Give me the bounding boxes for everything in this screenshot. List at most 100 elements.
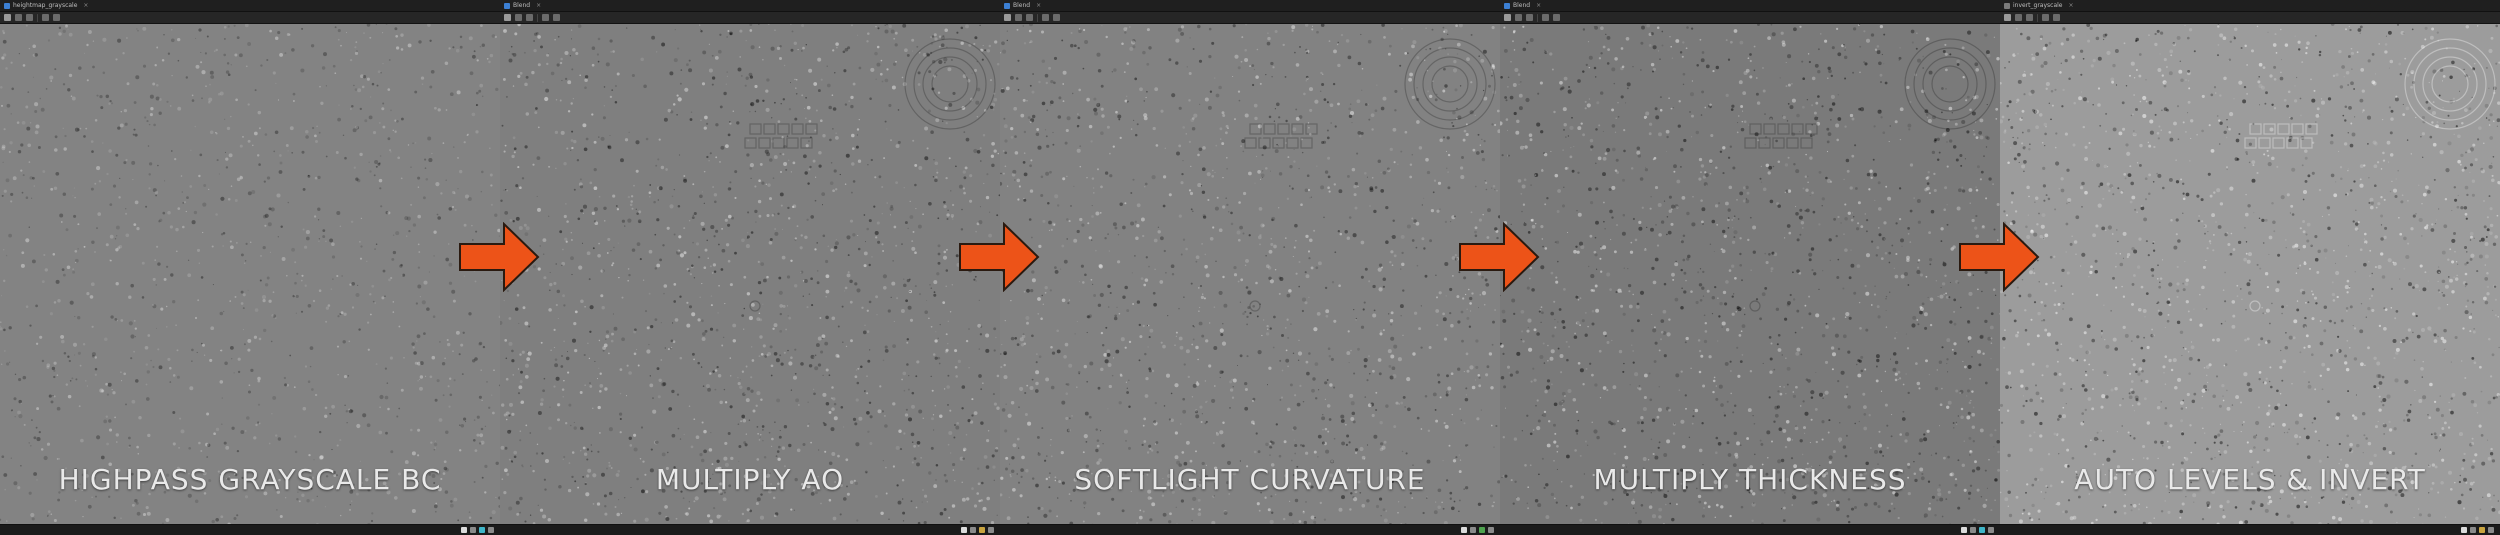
texture-speckle (10, 113, 12, 115)
panel-3-viewport[interactable] (1000, 24, 1500, 525)
close-icon[interactable]: × (83, 2, 88, 9)
grid-icon[interactable] (470, 527, 476, 533)
zoom-icon[interactable] (488, 527, 494, 533)
texture-speckle (458, 449, 462, 452)
texture-speckle (892, 402, 896, 406)
export-icon[interactable] (1526, 14, 1533, 21)
texture-speckle (29, 122, 32, 124)
grid-icon[interactable] (970, 527, 976, 533)
texture-speckle (591, 113, 594, 116)
grid-icon[interactable] (1470, 527, 1476, 533)
texture-speckle (1192, 48, 1195, 50)
texture-speckle (1344, 230, 1348, 234)
texture-speckle (628, 371, 632, 375)
texture-speckle (460, 424, 465, 428)
texture-speckle (1299, 45, 1301, 48)
export-icon[interactable] (26, 14, 33, 21)
channel-icon[interactable] (979, 527, 985, 533)
texture-speckle (1244, 58, 1249, 62)
export-icon[interactable] (526, 14, 533, 21)
settings-icon[interactable] (553, 14, 560, 21)
texture-speckle (890, 139, 892, 142)
texture-speckle (1352, 420, 1356, 424)
channel-icon[interactable] (542, 14, 549, 21)
save-icon[interactable] (15, 14, 22, 21)
texture-speckle (1017, 198, 1020, 201)
texture-speckle (1385, 404, 1389, 408)
close-icon[interactable]: × (1536, 2, 1541, 9)
texture-speckle (631, 248, 636, 252)
texture-speckle (1413, 222, 1415, 224)
view-icon[interactable] (504, 14, 511, 21)
display-icon[interactable] (961, 527, 967, 533)
display-icon[interactable] (1461, 527, 1467, 533)
panel-4-viewport[interactable] (1500, 24, 2000, 525)
view-icon[interactable] (1004, 14, 1011, 21)
texture-speckle (1147, 346, 1149, 348)
texture-speckle (1305, 234, 1309, 239)
texture-speckle (242, 293, 246, 297)
channel-icon[interactable] (1542, 14, 1549, 21)
zoom-icon[interactable] (1488, 527, 1494, 533)
texture-speckle (566, 220, 569, 223)
channel-rgb-icon[interactable] (479, 527, 485, 533)
view-icon[interactable] (4, 14, 11, 21)
settings-icon[interactable] (53, 14, 60, 21)
texture-speckle (72, 342, 78, 347)
texture-speckle (1145, 96, 1147, 99)
save-icon[interactable] (515, 14, 522, 21)
texture-speckle (223, 310, 225, 313)
texture-speckle (712, 370, 715, 373)
texture-speckle (660, 322, 662, 324)
texture-speckle (491, 394, 493, 396)
texture-speckle (1000, 366, 1003, 369)
panel-1-viewport[interactable] (0, 24, 500, 525)
texture-speckle (827, 245, 830, 248)
settings-icon[interactable] (1553, 14, 1560, 21)
channel-icon[interactable] (42, 14, 49, 21)
texture-speckle (1095, 428, 1098, 431)
texture-speckle (1036, 128, 1040, 131)
channel-icon[interactable] (1479, 527, 1485, 533)
panel-2-viewport[interactable] (500, 24, 1000, 525)
export-icon[interactable] (1026, 14, 1033, 21)
zoom-icon[interactable] (988, 527, 994, 533)
texture-speckle (582, 123, 587, 128)
texture-speckle (63, 147, 67, 151)
texture-speckle (792, 375, 798, 380)
texture-speckle (68, 359, 71, 363)
texture-speckle (125, 208, 127, 210)
texture-speckle (1185, 133, 1187, 135)
texture-speckle (480, 190, 483, 193)
texture-speckle (686, 63, 689, 67)
texture-speckle (895, 244, 898, 247)
texture-speckle (304, 245, 308, 249)
panel-1-graph-tab[interactable]: heightmap_grayscale (4, 2, 77, 9)
texture-speckle (1394, 109, 1397, 112)
channel-icon[interactable] (1042, 14, 1049, 21)
texture-speckle (361, 85, 365, 89)
texture-speckle (102, 37, 107, 42)
close-icon[interactable]: × (536, 2, 541, 9)
panel-3-graph-tab[interactable]: Blend (1004, 2, 1030, 9)
display-icon[interactable] (461, 527, 467, 533)
close-icon[interactable]: × (1036, 2, 1041, 9)
panel-2-graph-tab[interactable]: Blend (504, 2, 530, 9)
texture-speckle (414, 90, 418, 94)
save-icon[interactable] (1015, 14, 1022, 21)
texture-speckle (750, 45, 755, 50)
texture-speckle (1222, 275, 1225, 279)
save-icon[interactable] (1515, 14, 1522, 21)
texture-speckle (323, 52, 327, 57)
texture-speckle (882, 250, 885, 252)
texture-speckle (1038, 355, 1042, 359)
view-icon[interactable] (1504, 14, 1511, 21)
texture-speckle (275, 82, 277, 84)
texture-speckle (1917, 266, 1920, 269)
panel-2: Blend × MULTIPLY AO (500, 0, 1000, 535)
panel-4-texture (1500, 24, 2000, 525)
settings-icon[interactable] (1053, 14, 1060, 21)
panel-4-graph-tab[interactable]: Blend (1504, 2, 1530, 9)
texture-speckle (851, 162, 855, 166)
texture-speckle (1337, 230, 1340, 233)
